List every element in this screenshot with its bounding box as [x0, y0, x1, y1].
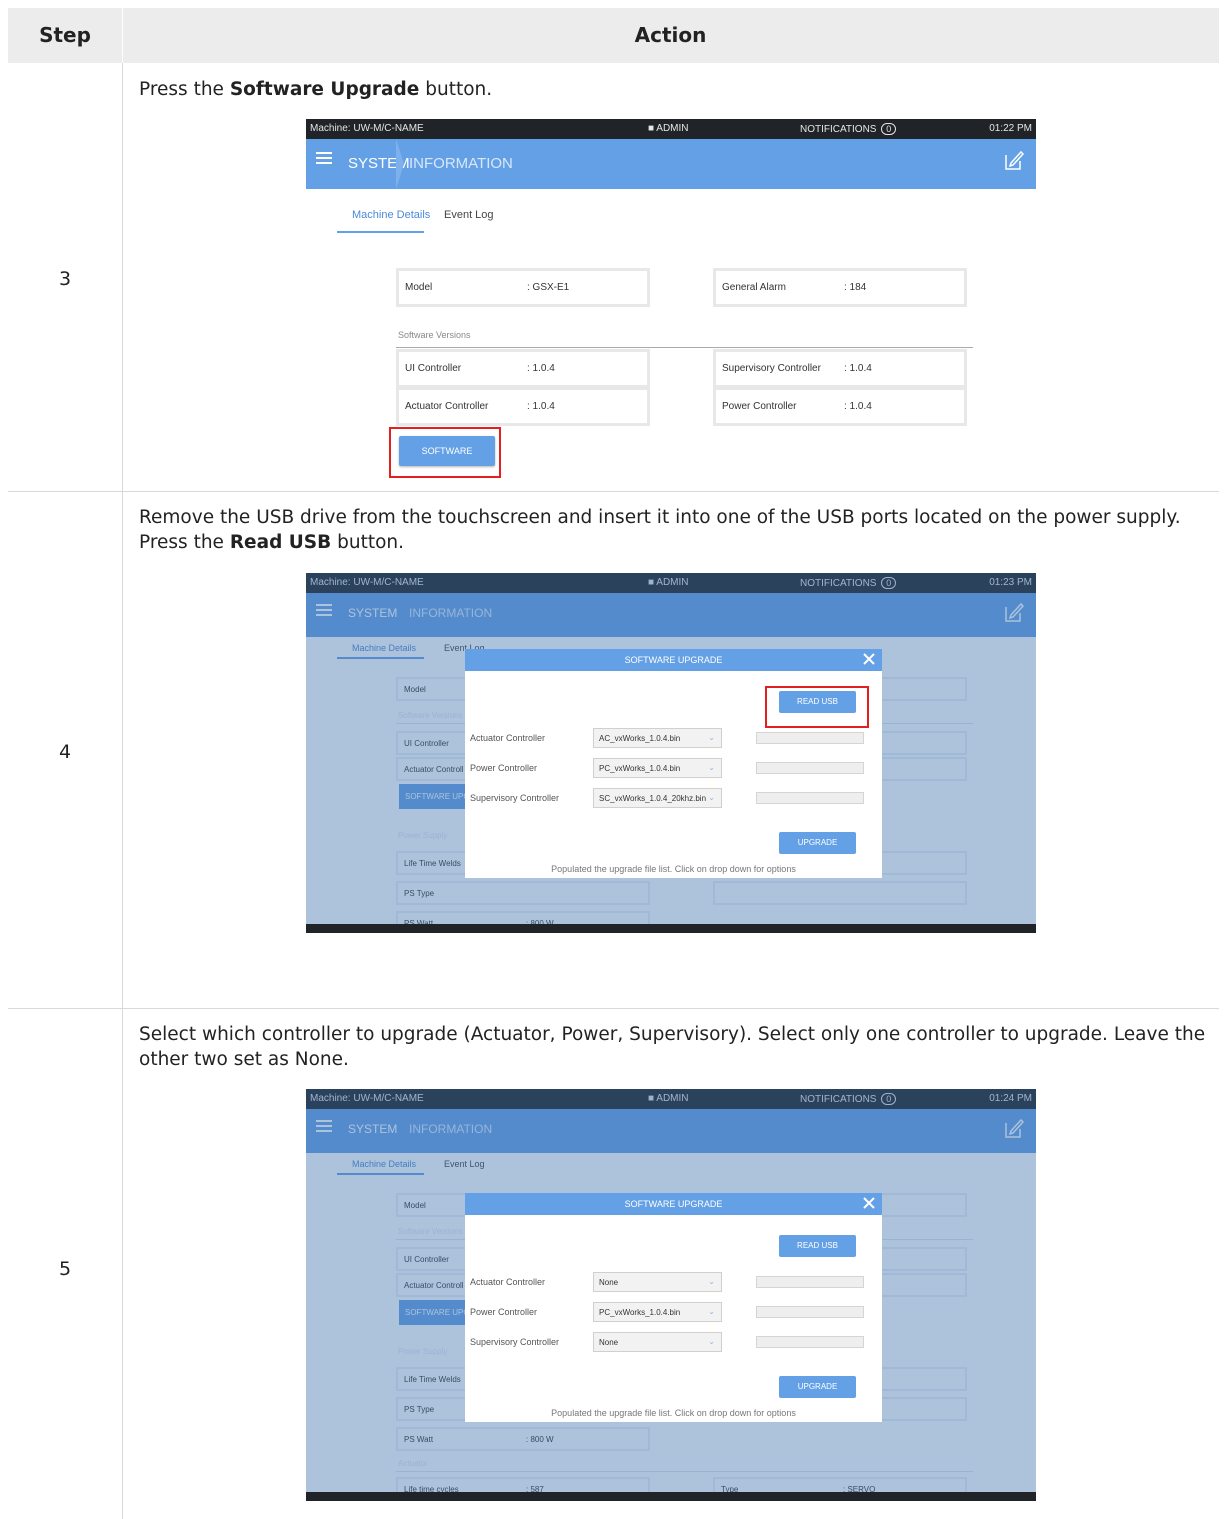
actuator-progress: [756, 732, 864, 744]
nav-bar: SYSTEM INFORMATION: [306, 139, 1036, 189]
tab-event-log[interactable]: Event Log: [444, 209, 494, 221]
read-usb-button[interactable]: READ USB: [779, 1235, 856, 1257]
header-action: Action: [634, 23, 707, 47]
user-icon: ■: [648, 123, 655, 134]
actuator-file-select[interactable]: None ⌄: [593, 1272, 722, 1292]
upgrade-button[interactable]: UPGRADE: [779, 832, 856, 854]
supervisory-progress: [756, 1336, 864, 1348]
dialog-title: SOFTWARE UPGRADE: [465, 1193, 882, 1215]
power-card: Power Controller: 1.0.4: [713, 387, 967, 426]
power-file-select[interactable]: PC_vxWorks_1.0.4.bin ⌄: [593, 1302, 722, 1322]
step-instruction: Press the Software Upgrade button.: [139, 79, 493, 100]
tab-machine-details[interactable]: Machine Details: [352, 209, 430, 221]
chevron-down-icon: ⌄: [708, 1337, 715, 1346]
chevron-down-icon: ⌄: [708, 1307, 715, 1316]
power-progress: [756, 1306, 864, 1318]
screenshot-step3: Machine: UW-M/C-NAME ■ ADMIN NOTIFICATIO…: [306, 119, 1036, 479]
screenshot-step4: Machine: UW-M/C-NAME ■ ADMIN NOTIFICATIO…: [306, 573, 1036, 933]
step-number: 4: [58, 741, 72, 763]
status-bar: Machine: UW-M/C-NAME ■ ADMIN NOTIFICATIO…: [306, 119, 1036, 139]
actuator-progress: [756, 1276, 864, 1288]
header-step: Step: [39, 23, 91, 47]
power-file-select[interactable]: PC_vxWorks_1.0.4.bin ⌄: [593, 758, 722, 778]
table-header: Step Action: [8, 8, 1219, 63]
supervisory-progress: [756, 792, 864, 804]
instruction-table: Step Action 3 Press the Software Upgrade…: [8, 8, 1219, 1519]
model-card: Model: GSX-E1: [396, 268, 650, 307]
alarm-card: General Alarm: 184: [713, 268, 967, 307]
software-upgrade-dialog: SOFTWARE UPGRADE READ USB Actuator Contr…: [465, 649, 882, 878]
dialog-title: SOFTWARE UPGRADE: [465, 649, 882, 671]
status-message: Populated the upgrade file list. Click o…: [551, 864, 796, 874]
highlight-box: [389, 427, 501, 478]
chevron-down-icon: ⌄: [708, 763, 715, 772]
supervisory-card: Supervisory Controller: 1.0.4: [713, 349, 967, 388]
edit-icon[interactable]: [1004, 149, 1024, 171]
supervisory-file-select[interactable]: None ⌄: [593, 1332, 722, 1352]
chevron-down-icon: ⌄: [708, 733, 715, 742]
menu-icon[interactable]: [316, 152, 332, 166]
actuator-file-select[interactable]: AC_vxWorks_1.0.4.bin ⌄: [593, 728, 722, 748]
upgrade-button[interactable]: UPGRADE: [779, 1376, 856, 1398]
supervisory-file-select[interactable]: SC_vxWorks_1.0.4_20khz.bin ⌄: [593, 788, 722, 808]
screenshot-step5: Machine: UW-M/C-NAME ■ ADMIN NOTIFICATIO…: [306, 1089, 1036, 1501]
step-instruction: Select which controller to upgrade (Actu…: [139, 1024, 1206, 1070]
step-instruction: Remove the USB drive from the touchscree…: [139, 507, 1181, 553]
actuator-card: Actuator Controller: 1.0.4: [396, 387, 650, 426]
section-software-versions: Software Versions: [398, 330, 471, 340]
status-message: Populated the upgrade file list. Click o…: [551, 1408, 796, 1418]
chevron-down-icon: ⌄: [708, 1277, 715, 1286]
step-number: 3: [58, 268, 72, 290]
power-progress: [756, 762, 864, 774]
software-upgrade-dialog: SOFTWARE UPGRADE READ USB Actuator Contr…: [465, 1193, 882, 1422]
close-icon[interactable]: [860, 650, 878, 668]
step-number: 5: [58, 1258, 72, 1280]
ui-controller-card: UI Controller: 1.0.4: [396, 349, 650, 388]
chevron-down-icon: ⌄: [708, 793, 715, 802]
close-icon[interactable]: [860, 1194, 878, 1212]
highlight-box: [765, 686, 869, 728]
